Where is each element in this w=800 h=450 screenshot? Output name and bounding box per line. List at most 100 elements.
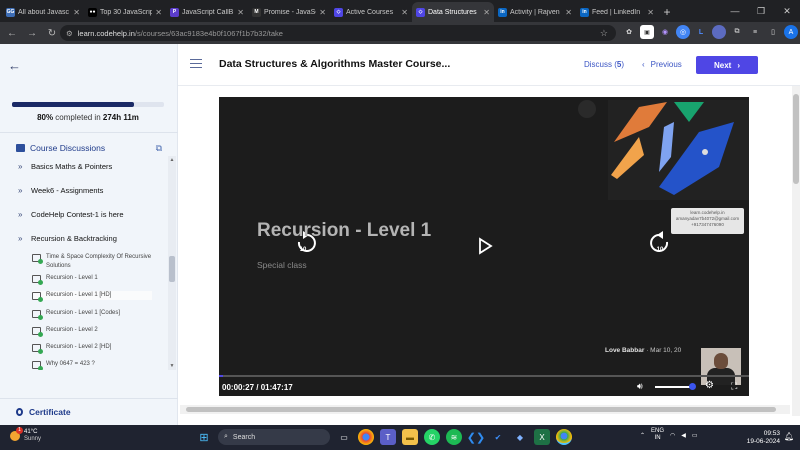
section-item[interactable]: » Week6 - Assignments xyxy=(18,186,103,195)
speaker-icon[interactable]: ◀ xyxy=(681,432,686,439)
forward-10-icon[interactable]: 10 xyxy=(650,231,669,253)
extensions-puzzle-icon[interactable]: ⧉ xyxy=(730,25,744,39)
horizontal-scrollbar[interactable] xyxy=(180,405,790,414)
play-icon[interactable] xyxy=(479,237,493,255)
back-arrow-icon[interactable]: ← xyxy=(8,58,21,73)
close-tab-icon[interactable]: ✕ xyxy=(319,8,326,17)
lesson-item[interactable]: Recursion - Level 1 xyxy=(32,274,152,285)
course-discussions-link[interactable]: Course Discussions ⧉ xyxy=(16,141,166,155)
file-explorer-icon[interactable]: ▬ xyxy=(402,429,418,445)
extension-icon[interactable]: ▣ xyxy=(640,25,654,39)
extension-icon[interactable]: ◉ xyxy=(658,25,672,39)
reload-icon[interactable]: ↻ xyxy=(44,25,60,41)
back-arrow-icon[interactable]: ← xyxy=(4,25,20,41)
video-seek-bar[interactable] xyxy=(219,375,749,377)
fullscreen-icon[interactable]: ⛶ xyxy=(731,381,737,392)
extension-icon[interactable]: ◎ xyxy=(676,25,690,39)
close-tab-icon[interactable]: ✕ xyxy=(483,8,490,17)
video-slide-subtitle: Special class xyxy=(257,260,307,270)
code-blocks-icon[interactable]: ◆ xyxy=(512,429,528,445)
windows-start-icon[interactable]: ⊞ xyxy=(196,429,212,445)
lesson-item[interactable]: Recursion - Level 1 [Codes] xyxy=(32,309,152,320)
sidebar-scrollbar[interactable]: ▲ ▼ xyxy=(168,156,176,370)
volume-icon[interactable]: 🔊︎ xyxy=(637,381,649,393)
volume-slider[interactable] xyxy=(655,386,693,388)
section-item[interactable]: » CodeHelp Contest-1 is here xyxy=(18,210,124,219)
browser-tab[interactable]: GG All about Javasc ✕ xyxy=(2,2,84,22)
video-player[interactable]: 10 10 Recursion - Level 1 Special class … xyxy=(219,97,749,396)
task-view-icon[interactable]: ▭ xyxy=(336,429,352,445)
chevron-up-icon[interactable]: ⌃ xyxy=(640,432,645,439)
language-indicator[interactable]: ENG IN xyxy=(651,428,664,442)
previous-button[interactable]: ‹ Previous xyxy=(642,60,682,69)
external-link-icon[interactable]: ⧉ xyxy=(156,143,162,154)
browser-tab[interactable]: ◇ Data Structures ✕ xyxy=(412,2,494,22)
lesson-item[interactable]: Recursion - Level 2 xyxy=(32,326,152,337)
browser-tab[interactable]: in Activity | Rajven ✕ xyxy=(494,2,576,22)
vscode-icon[interactable]: ❮❯ xyxy=(467,429,485,445)
scroll-down-icon[interactable]: ▼ xyxy=(168,363,176,369)
browser-tab[interactable]: M Promise - JavaSc ✕ xyxy=(248,2,330,22)
chrome-icon[interactable] xyxy=(358,429,374,445)
close-tab-icon[interactable]: ✕ xyxy=(237,8,244,17)
spotify-icon[interactable]: ≋ xyxy=(446,429,462,445)
notification-bell-icon[interactable]: 🔔︎ xyxy=(784,432,794,441)
taskbar-search[interactable]: ⌕ Search xyxy=(218,429,330,445)
course-sidebar: ← 80% completed in 274h 11m Course Discu… xyxy=(0,44,178,425)
section-item[interactable]: » Basics Maths & Pointers xyxy=(18,162,112,171)
page-scrollbar[interactable] xyxy=(792,86,800,416)
minimize-icon[interactable]: — xyxy=(722,0,748,22)
browser-tab[interactable]: ◇ Active Courses ✕ xyxy=(330,2,412,22)
profile-avatar[interactable]: A xyxy=(784,25,798,39)
lesson-item[interactable]: Recursion - Level 2 [HD] xyxy=(32,343,152,354)
taskbar-clock[interactable]: 09:53 19-06-2024 xyxy=(734,430,780,445)
close-tab-icon[interactable]: ✕ xyxy=(565,8,572,17)
next-button[interactable]: Next › xyxy=(696,56,758,74)
bookmark-star-icon[interactable]: ☆ xyxy=(600,28,608,39)
extension-icon[interactable]: L xyxy=(694,25,708,39)
browser-tab[interactable]: in Feed | LinkedIn ✕ xyxy=(576,2,658,22)
close-tab-icon[interactable]: ✕ xyxy=(155,8,162,17)
reading-list-icon[interactable]: ≡ xyxy=(748,25,762,39)
sidebar-icon[interactable]: ▯ xyxy=(766,25,780,39)
hamburger-menu-icon[interactable] xyxy=(190,59,202,68)
chevron-double-icon: » xyxy=(18,210,23,219)
scrollbar-thumb[interactable] xyxy=(186,407,776,412)
scrollbar-thumb[interactable] xyxy=(169,256,175,282)
excel-icon[interactable]: X xyxy=(534,429,550,445)
scrollbar-thumb[interactable] xyxy=(793,94,799,184)
lesson-item[interactable]: Recursion - Level 1 [HD] xyxy=(32,291,152,302)
maximize-icon[interactable]: ❐ xyxy=(748,0,774,22)
todo-icon[interactable]: ✔ xyxy=(490,429,506,445)
weather-widget[interactable]: 1 41°C Sunny xyxy=(10,427,42,443)
extension-icon[interactable]: ✿ xyxy=(622,25,636,39)
address-bar[interactable]: ⚙ learn.codehelp.in/s/courses/63ac9183e4… xyxy=(60,25,616,41)
linkedin-icon: in xyxy=(498,7,507,17)
scroll-up-icon[interactable]: ▲ xyxy=(168,157,176,163)
settings-gear-icon[interactable]: ⚙ xyxy=(705,380,714,391)
discuss-link[interactable]: Discuss (5) xyxy=(584,60,624,69)
close-tab-icon[interactable]: ✕ xyxy=(401,8,408,17)
forward-arrow-icon[interactable]: → xyxy=(24,25,40,41)
close-tab-icon[interactable]: ✕ xyxy=(647,8,654,17)
lesson-item[interactable]: Why 0647 = 423 ? xyxy=(32,360,152,370)
browser-tab[interactable]: ●● Top 30 JavaScrip ✕ xyxy=(84,2,166,22)
chevron-double-icon: » xyxy=(18,234,23,243)
section-item[interactable]: » Recursion & Backtracking xyxy=(18,234,117,243)
close-tab-icon[interactable]: ✕ xyxy=(73,8,80,17)
wifi-icon[interactable]: ◠ xyxy=(670,432,675,439)
lesson-item[interactable]: Time & Space Complexity Of Recursive Sol… xyxy=(32,253,152,271)
whatsapp-icon[interactable]: ✆ xyxy=(424,429,440,445)
new-tab-button[interactable]: + xyxy=(658,2,676,22)
battery-icon[interactable]: ▭ xyxy=(692,432,698,439)
certificate-link[interactable]: Certificate xyxy=(0,398,178,425)
volume-knob[interactable] xyxy=(689,383,696,390)
weather-desc: Sunny xyxy=(24,436,42,442)
teams-icon[interactable]: T xyxy=(380,429,396,445)
extension-icon[interactable] xyxy=(712,25,726,39)
close-icon[interactable]: ✕ xyxy=(774,0,800,22)
browser-tab[interactable]: P JavaScript CallB ✕ xyxy=(166,2,248,22)
chrome-active-icon[interactable] xyxy=(556,429,572,445)
course-progress-bar xyxy=(12,102,164,107)
site-info-icon[interactable]: ⚙ xyxy=(66,29,73,38)
